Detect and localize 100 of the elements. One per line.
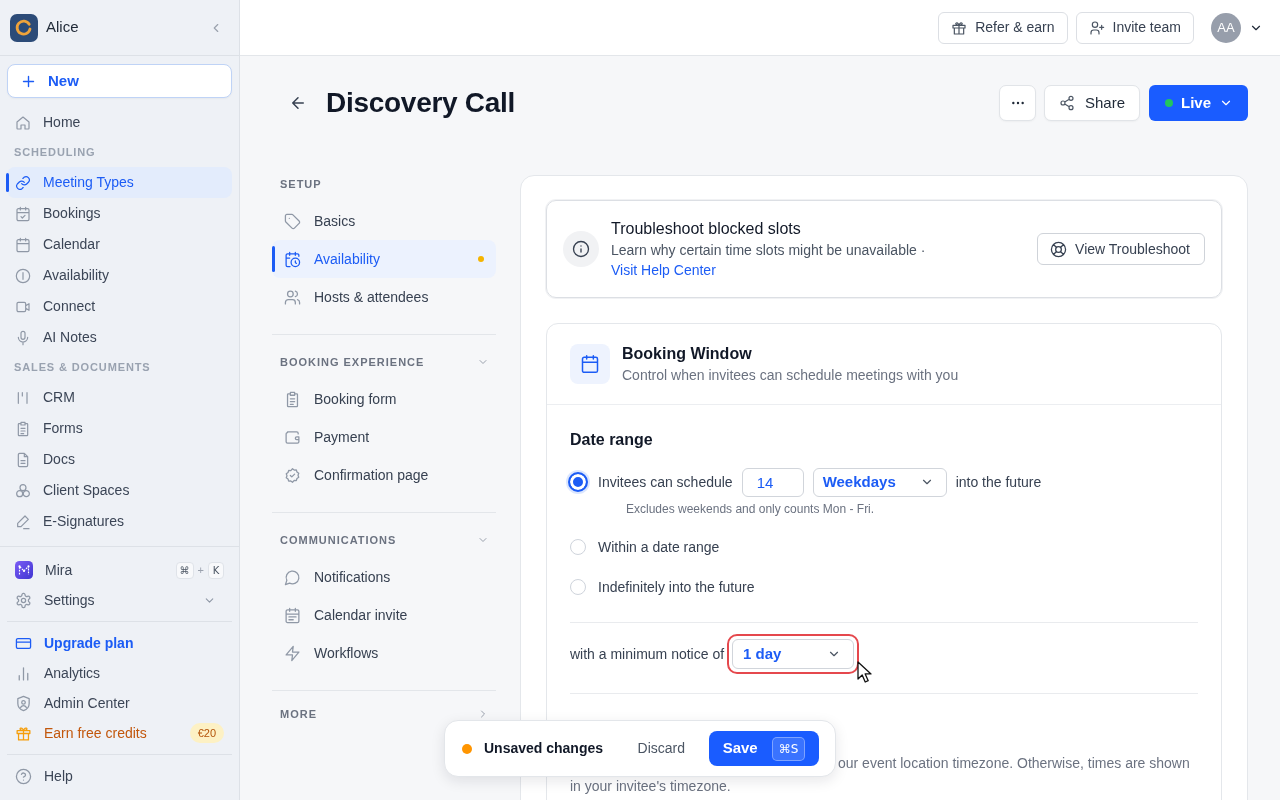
settings-nav-item[interactable]: Confirmation page — [272, 456, 496, 494]
sidebar-item[interactable]: Connect — [7, 291, 232, 322]
status-button[interactable]: Live — [1149, 85, 1248, 121]
plus-icon — [21, 73, 36, 89]
section-heading: MORE — [280, 706, 317, 722]
sidebar-item[interactable]: Analytics — [7, 658, 232, 688]
new-button[interactable]: New — [7, 64, 232, 98]
workspace-name: Alice — [46, 17, 80, 38]
section-heading: SCHEDULING — [14, 145, 96, 161]
option-label: Indefinitely into the future — [598, 577, 755, 597]
sidebar-item[interactable]: Help — [7, 761, 232, 791]
home-icon — [15, 114, 31, 131]
users-icon — [284, 288, 301, 306]
pen-icon — [15, 513, 31, 530]
sidebar-item[interactable]: Calendar — [7, 229, 232, 260]
calendar-icon — [15, 236, 31, 253]
shield-user-icon — [15, 694, 32, 712]
sidebar-item[interactable]: Client Spaces — [7, 475, 232, 506]
clipboard-icon — [284, 390, 301, 408]
sidebar-item[interactable]: Meeting Types — [7, 167, 232, 198]
section-heading: SETUP — [280, 176, 322, 192]
unsaved-dot-icon — [462, 743, 472, 754]
sidebar-item[interactable]: Upgrade plan — [7, 628, 232, 658]
sidebar-item[interactable]: Mira ⌘ + K — [7, 555, 232, 585]
sidebar-item[interactable]: Earn free credits €20 — [7, 718, 232, 748]
discard-button[interactable]: Discard — [629, 732, 693, 765]
sidebar-item[interactable]: Forms — [7, 413, 232, 444]
save-button[interactable]: Save ⌘S — [709, 731, 819, 766]
section-title: Booking Window — [622, 344, 753, 364]
sidebar-item[interactable]: Docs — [7, 444, 232, 475]
settings-nav-item[interactable]: Calendar invite — [272, 596, 496, 634]
section-subtitle: Control when invitees can schedule meetings with you — [622, 366, 959, 385]
sidebar-item[interactable]: AI Notes — [7, 322, 232, 353]
settings-nav-item[interactable]: Booking form — [272, 380, 496, 418]
user-plus-icon — [1088, 19, 1105, 36]
settings-nav-item[interactable]: Hosts & attendees — [272, 278, 496, 316]
view-troubleshoot-button[interactable]: View Troubleshoot — [1037, 233, 1205, 265]
days-input[interactable]: 14 — [741, 467, 804, 497]
help-icon — [15, 767, 32, 785]
calendar-check-icon — [15, 205, 31, 222]
sidebar-item[interactable]: Home — [7, 107, 232, 138]
clipboard-icon — [15, 420, 31, 437]
sidebar-item[interactable]: Admin Center — [7, 688, 232, 718]
settings-nav-item[interactable]: Basics — [272, 202, 496, 240]
section-heading: COMMUNICATIONS — [280, 532, 397, 548]
sidebar-item[interactable]: Availability — [7, 260, 232, 291]
unsaved-label: Unsaved changes — [484, 739, 604, 758]
selection-indicator — [6, 173, 9, 192]
vertical-lines-icon — [15, 389, 31, 406]
settings-nav-item[interactable]: Notifications — [272, 558, 496, 596]
sidebar-item[interactable]: Bookings — [7, 198, 232, 229]
settings-nav-item[interactable]: Availability — [272, 240, 496, 278]
card-description: Learn why certain time slots might be unavailable · Visit Help Center — [611, 241, 927, 280]
document-icon — [15, 451, 31, 468]
help-center-link[interactable]: Visit Help Center — [611, 262, 716, 278]
option-label: into the future — [955, 472, 1042, 492]
check-badge-icon — [284, 466, 301, 484]
sidebar-item[interactable]: Settings — [7, 585, 232, 615]
radio-button[interactable] — [568, 472, 588, 492]
three-circles-icon — [15, 482, 31, 499]
info-icon — [563, 231, 599, 267]
header-button[interactable]: Invite team — [1075, 11, 1194, 44]
section-heading: SALES & DOCUMENTS — [14, 360, 151, 376]
arrow-left-icon — [289, 94, 307, 112]
share-icon — [1059, 95, 1075, 111]
sidebar-item[interactable]: CRM — [7, 382, 232, 413]
section-heading: BOOKING EXPERIENCE — [280, 354, 425, 370]
gear-icon — [15, 591, 32, 609]
calendar-icon — [284, 606, 301, 624]
lightning-icon — [284, 644, 301, 662]
header-button[interactable]: Refer & earn — [938, 11, 1068, 44]
card-title: Troubleshoot blocked slots — [611, 219, 802, 239]
calendar-clock-icon — [284, 250, 301, 268]
notice-select[interactable]: 1 day — [727, 634, 860, 674]
hint-text: Excludes weekends and only counts Mon - Fri. — [625, 501, 876, 517]
settings-nav-item[interactable]: Payment — [272, 418, 496, 456]
gift-icon — [951, 19, 968, 36]
notice-label: with a minimum notice of — [570, 644, 725, 664]
sidebar-item[interactable]: E-Signatures — [7, 506, 232, 537]
circle-line-icon — [15, 267, 31, 284]
constellation-icon — [15, 561, 33, 579]
key-separator: + — [197, 562, 204, 578]
app-logo — [10, 13, 38, 42]
settings-nav-item[interactable]: Workflows — [272, 634, 496, 672]
speech-bubble-icon — [284, 568, 301, 586]
credit-badge: €20 — [189, 722, 224, 744]
shortcut-hint: ⌘S — [771, 736, 806, 761]
microphone-icon — [15, 329, 31, 346]
shortcut-key: K — [208, 561, 224, 579]
more-options-button[interactable] — [999, 85, 1036, 121]
selection-indicator — [272, 246, 275, 272]
option-label: Invitees can schedule — [598, 472, 733, 492]
subsection-heading: Date range — [570, 430, 654, 450]
option-label: Within a date range — [598, 537, 720, 557]
unit-select[interactable]: Weekdays — [812, 467, 947, 497]
calendar-icon — [570, 344, 610, 384]
tag-icon — [284, 212, 301, 230]
share-button[interactable]: Share — [1044, 85, 1140, 121]
wallet-icon — [284, 428, 301, 446]
mouse-cursor-icon — [857, 661, 873, 684]
